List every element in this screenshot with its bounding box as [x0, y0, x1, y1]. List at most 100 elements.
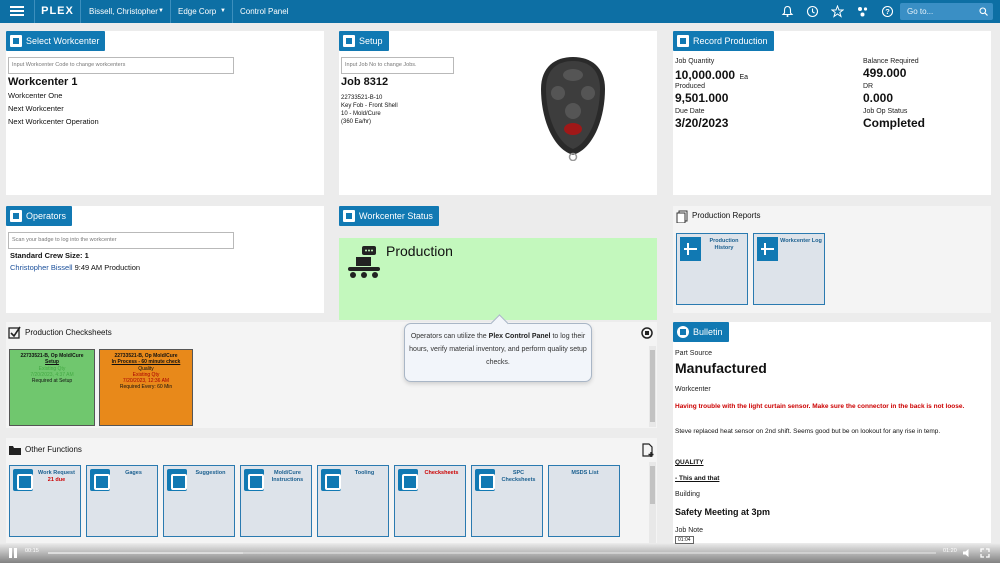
- part-description: Key Fob - Front Shell: [341, 103, 398, 109]
- operator-name-link[interactable]: Christopher Bissell: [10, 263, 73, 272]
- mold-cure-instructions-tile[interactable]: Mold/Cure Instructions: [240, 465, 312, 537]
- crew-size: Standard Crew Size: 1: [10, 251, 89, 260]
- goto-search-input[interactable]: Go to...: [900, 3, 993, 20]
- operators-title-text: Operators: [26, 211, 67, 221]
- tooling-tile[interactable]: Tooling: [317, 465, 389, 537]
- job-op-status-label: Job Op Status: [863, 108, 908, 115]
- job-no-placeholder: Input Job No to change Jobs.: [345, 62, 417, 68]
- page-breadcrumb[interactable]: Control Panel: [233, 0, 293, 23]
- production-checksheets-title: Production Checksheets: [25, 328, 112, 337]
- refresh-icon[interactable]: [640, 326, 654, 340]
- goto-placeholder: Go to...: [907, 7, 934, 16]
- job-op-status-value: Completed: [863, 116, 926, 130]
- scrollbar-thumb[interactable]: [650, 466, 655, 504]
- checksheet-card-requirement: Required at Setup: [31, 378, 73, 385]
- workcenter-status-box[interactable]: Production: [339, 238, 657, 320]
- bulletin-warning: Having trouble with the light curtain se…: [675, 403, 965, 410]
- workcenter-status-title[interactable]: Workcenter Status: [339, 206, 439, 226]
- workcenter-input-placeholder: Input Workcenter Code to change workcent…: [12, 62, 126, 68]
- gages-tile[interactable]: Gages: [86, 465, 158, 537]
- badge-scan-input[interactable]: Scan your badge to log into the workcent…: [8, 232, 234, 249]
- workcenter-line-2: Next Workcenter: [8, 104, 64, 113]
- workcenter-status-icon: [343, 210, 355, 222]
- callout-bold-text: Plex Control Panel: [488, 333, 551, 340]
- part-source-label: Part Source: [675, 350, 712, 357]
- scrollbar-thumb[interactable]: [650, 350, 655, 422]
- work-request-due-badge: 21 due: [47, 477, 66, 483]
- workcenter-code-input[interactable]: Input Workcenter Code to change workcent…: [8, 57, 234, 74]
- badge-scan-placeholder: Scan your badge to log into the workcent…: [12, 237, 117, 243]
- select-workcenter-title[interactable]: Select Workcenter: [6, 31, 106, 51]
- company-selector[interactable]: Edge Corp ▼: [171, 0, 233, 23]
- elapsed-time: 00:15: [25, 548, 39, 554]
- suggestion-tile[interactable]: Suggestion: [163, 465, 235, 537]
- record-production-panel: Record Production Job Quantity 10,000.00…: [673, 31, 991, 195]
- plex-logo[interactable]: PLEX: [34, 0, 81, 23]
- mold-cure-instructions-label: Mold/Cure Instructions: [271, 470, 304, 483]
- spc-checksheets-label: SPC Checksheets: [501, 470, 536, 483]
- sitemap-icon[interactable]: [856, 5, 869, 18]
- work-request-tile[interactable]: Work Request 21 due: [9, 465, 81, 537]
- building-note: Safety Meeting at 3pm: [675, 507, 771, 517]
- tooling-label: Tooling: [354, 470, 375, 476]
- gages-icon: [90, 469, 110, 491]
- msds-list-tile[interactable]: MSDS List: [548, 465, 620, 537]
- user-selector[interactable]: Bissell, Christopher ▼: [82, 0, 171, 23]
- workcenter-status-title-text: Workcenter Status: [359, 211, 433, 221]
- clock-icon[interactable]: [806, 5, 819, 18]
- operators-title[interactable]: Operators: [6, 206, 73, 226]
- production-history-tile[interactable]: Production History: [676, 233, 748, 305]
- part-source-value: Manufactured: [675, 360, 767, 376]
- job-no-input[interactable]: Input Job No to change Jobs.: [341, 57, 454, 74]
- volume-icon[interactable]: [962, 548, 972, 558]
- pause-icon[interactable]: [8, 548, 18, 558]
- record-production-title[interactable]: Record Production: [673, 31, 774, 51]
- work-request-label-text: Work Request: [38, 470, 75, 476]
- other-functions-panel: Other Functions Work Request 21 due Gage…: [6, 438, 657, 543]
- folder-icon: [9, 446, 21, 455]
- chevron-down-icon: ▼: [220, 8, 226, 14]
- company-name: Edge Corp: [178, 7, 217, 16]
- hamburger-menu-icon[interactable]: [8, 4, 26, 19]
- video-progress-fill: [48, 552, 244, 554]
- spc-checksheets-tile[interactable]: SPC Checksheets: [471, 465, 543, 537]
- operator-detail: 9:49 AM Production: [74, 263, 141, 272]
- workcenter-status-panel: Workcenter Status Production: [339, 206, 657, 320]
- bell-icon[interactable]: [781, 5, 794, 18]
- checksheet-card-setup[interactable]: 22733521-B, Op Mold/Cure Setup Existing …: [9, 349, 95, 426]
- part-number: 22733521-B-10: [341, 95, 383, 101]
- reports-icon: [676, 210, 688, 223]
- setup-title[interactable]: Setup: [339, 31, 389, 51]
- video-controls: 00:15 01:20: [0, 543, 1000, 563]
- callout-text-before: Operators can utilize the: [410, 333, 489, 340]
- workcenter-status-text: Production: [386, 243, 453, 259]
- bulletin-title[interactable]: Bulletin: [673, 322, 729, 342]
- workcenter-line-1: Workcenter One: [8, 91, 63, 100]
- workcenter-log-tile[interactable]: Workcenter Log: [753, 233, 825, 305]
- rate: (360 Ea/hr): [341, 119, 372, 125]
- other-functions-scrollbar[interactable]: [649, 462, 656, 543]
- fullscreen-icon[interactable]: [980, 548, 990, 558]
- operator-icon: [10, 210, 22, 222]
- report-icon: [680, 237, 701, 261]
- checksheet-card-in-process[interactable]: 22733521-B, Op Mold/Cure In Process - 60…: [99, 349, 193, 426]
- balance-required-label: Balance Required: [863, 58, 919, 65]
- svg-text:?: ?: [885, 7, 890, 16]
- due-date-label: Due Date: [675, 108, 705, 115]
- new-document-icon[interactable]: [641, 443, 655, 458]
- checksheets-scrollbar[interactable]: [649, 346, 656, 427]
- star-icon[interactable]: [830, 4, 845, 18]
- job-note-label: Job Note: [675, 527, 704, 534]
- dr-label: DR: [863, 83, 874, 90]
- quality-label: QUALITY: [675, 459, 704, 466]
- key-fob-image: [541, 57, 605, 161]
- checksheets-tile[interactable]: Checksheets: [394, 465, 466, 537]
- search-icon[interactable]: [979, 5, 988, 22]
- help-icon[interactable]: ?: [881, 5, 894, 18]
- workcenter-icon: [10, 35, 22, 47]
- production-reports-title: Production Reports: [692, 211, 761, 220]
- video-progress-bar[interactable]: [48, 552, 936, 554]
- conveyor-icon: [348, 246, 380, 278]
- bulletin-title-text: Bulletin: [693, 327, 723, 337]
- job-number: Job 8312: [341, 76, 389, 88]
